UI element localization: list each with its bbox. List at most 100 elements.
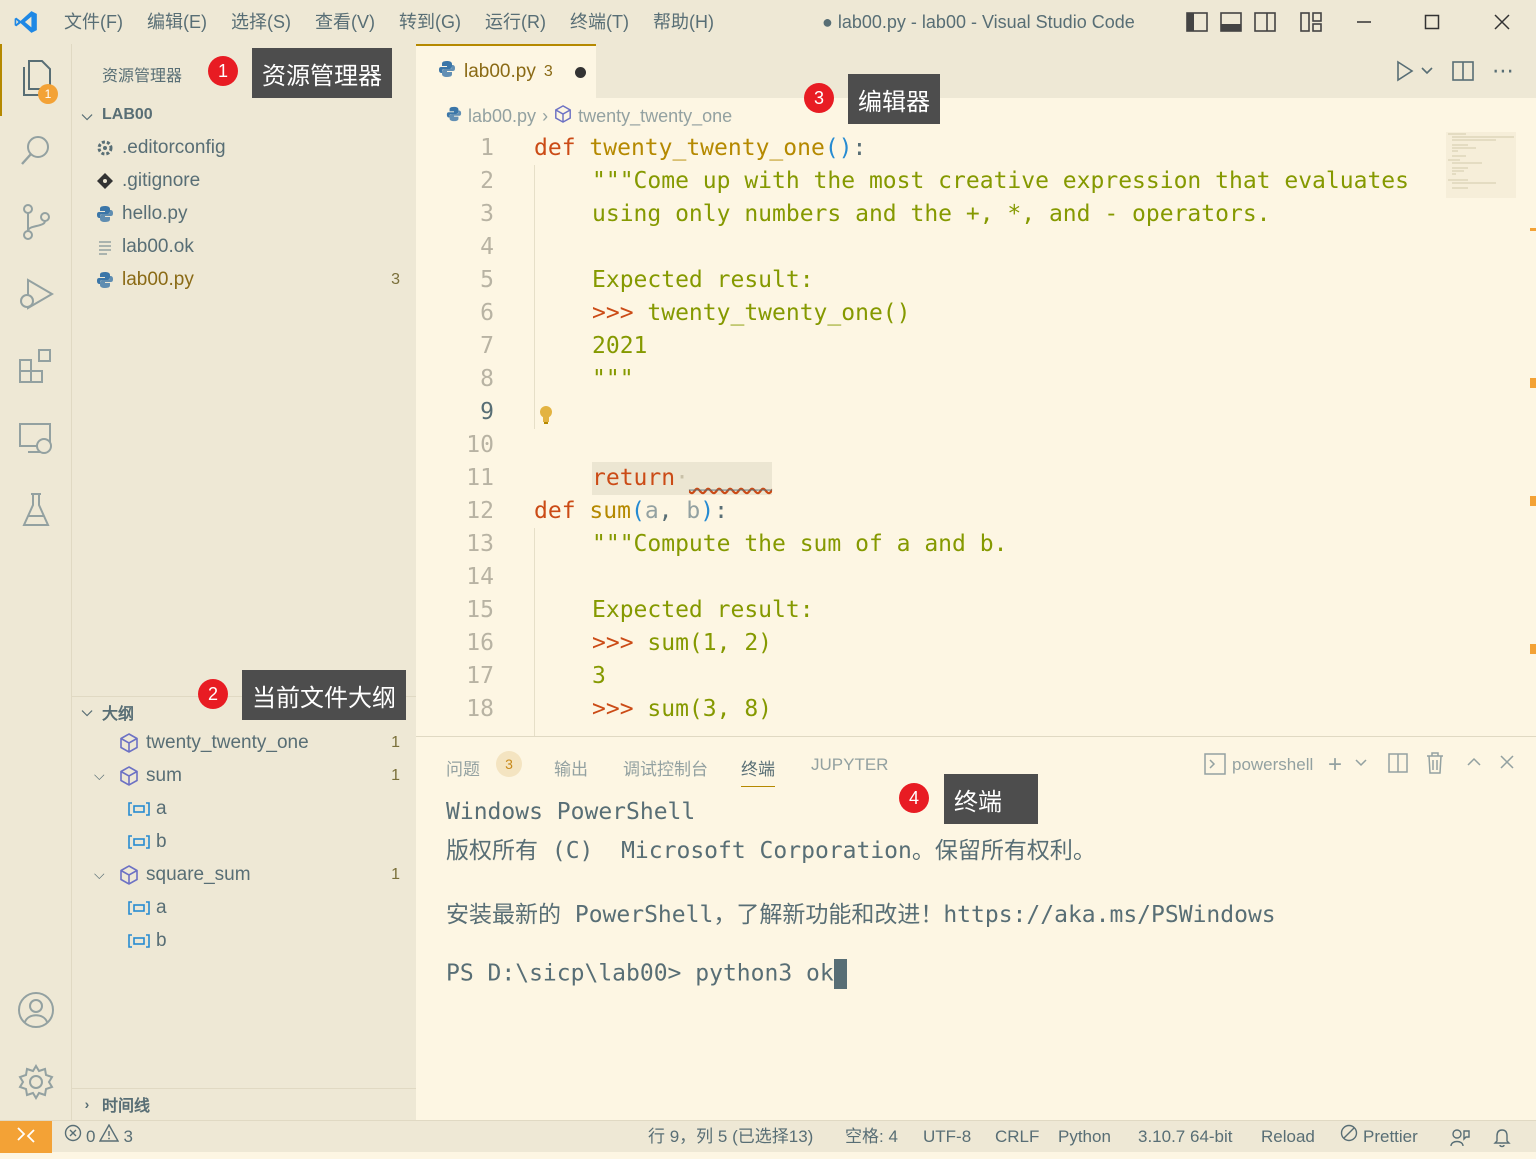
code-token: b [686, 498, 701, 524]
language-mode[interactable]: Python [1058, 1121, 1111, 1153]
tab-lab00-py[interactable]: lab00.py 3 [416, 44, 596, 98]
toggle-panel-icon[interactable] [1220, 12, 1242, 32]
explorer-activity-button[interactable]: 1 [0, 44, 72, 116]
vscode-logo-icon [0, 0, 52, 44]
chevron-right-icon: › [542, 105, 549, 126]
remote-icon [16, 1126, 36, 1149]
flask-icon [21, 492, 51, 533]
method-icon [554, 104, 572, 128]
file-item-lab00-py[interactable]: lab00.py 3 [72, 263, 416, 296]
menu-terminal[interactable]: 终端(T) [558, 0, 641, 44]
reload-button[interactable]: Reload [1261, 1121, 1315, 1153]
code-token: a [644, 498, 659, 524]
remote-explorer-activity-button[interactable] [0, 404, 72, 476]
overview-ruler-marker [1530, 644, 1536, 654]
run-debug-activity-button[interactable] [0, 260, 72, 332]
outline-item-b[interactable]: b [72, 924, 416, 957]
line-number: 5 [480, 267, 494, 293]
tab-output[interactable]: 输出 [554, 755, 588, 780]
method-icon [118, 765, 140, 787]
code-token: >>> [592, 300, 634, 326]
feedback-icon[interactable] [1450, 1127, 1470, 1159]
minimize-button[interactable] [1330, 0, 1398, 44]
outline-item-a[interactable]: a [72, 792, 416, 825]
bell-icon[interactable] [1493, 1127, 1511, 1159]
menu-help[interactable]: 帮助(H) [641, 0, 726, 44]
run-python-icon[interactable] [1396, 60, 1436, 87]
search-activity-button[interactable] [0, 116, 72, 188]
lightbulb-icon[interactable] [538, 402, 554, 435]
code-token: """Come up with the most creative expres… [592, 168, 1409, 194]
shell-name[interactable]: powershell [1232, 755, 1313, 775]
menu-edit[interactable]: 编辑(E) [135, 0, 219, 44]
code-token: ______ [688, 465, 773, 491]
code-token: () [824, 135, 853, 161]
manage-activity-button[interactable] [0, 1048, 72, 1120]
menu-selection[interactable]: 选择(S) [219, 0, 303, 44]
add-terminal-icon[interactable]: + [1328, 751, 1342, 779]
line-number: 9 [480, 399, 494, 425]
code-token: >>> [592, 630, 634, 656]
close-window-button[interactable] [1468, 0, 1536, 44]
tab-debug-console[interactable]: 调试控制台 [623, 755, 708, 780]
more-actions-icon[interactable]: ⋯ [1492, 58, 1514, 84]
code-token: Expected result: [592, 267, 814, 293]
outline-item-b[interactable]: b [72, 825, 416, 858]
tab-terminal[interactable]: 终端 [741, 755, 775, 787]
prettier-status[interactable]: Prettier [1340, 1121, 1418, 1153]
split-terminal-icon[interactable] [1388, 753, 1408, 778]
timeline-section-header[interactable]: › 时间线 [72, 1088, 416, 1118]
encoding[interactable]: UTF-8 [923, 1121, 971, 1153]
source-control-activity-button[interactable] [0, 188, 72, 260]
outline-item-twenty-twenty-one[interactable]: twenty_twenty_one 1 [72, 726, 416, 759]
extensions-activity-button[interactable] [0, 332, 72, 404]
cursor-position[interactable]: 行 9，列 5 (已选择13) [648, 1121, 813, 1153]
toggle-secondary-sidebar-icon[interactable] [1254, 12, 1276, 32]
chevron-down-icon[interactable] [1354, 755, 1368, 774]
breadcrumb-file[interactable]: lab00.py [468, 106, 536, 127]
file-item-hello-py[interactable]: hello.py [72, 197, 416, 230]
line-number: 18 [466, 696, 494, 722]
file-item-gitignore[interactable]: .gitignore [72, 164, 416, 197]
remote-indicator[interactable] [0, 1121, 52, 1153]
accounts-activity-button[interactable] [0, 976, 72, 1048]
outline-item-square-sum[interactable]: ⌵ square_sum 1 [72, 858, 416, 891]
folder-section-header[interactable]: ⌵ LAB00 [72, 100, 416, 130]
explorer-title: 资源管理器 [102, 68, 183, 85]
menu-run[interactable]: 运行(R) [473, 0, 558, 44]
maximize-button[interactable] [1398, 0, 1466, 44]
problem-count: 1 [391, 766, 400, 784]
chevron-up-icon[interactable] [1466, 755, 1482, 774]
menu-go[interactable]: 转到(G) [387, 0, 473, 44]
menu-file[interactable]: 文件(F) [52, 0, 135, 44]
indentation[interactable]: 空格: 4 [845, 1121, 898, 1153]
tab-jupyter[interactable]: JUPYTER [811, 755, 888, 775]
file-item-editorconfig[interactable]: .editorconfig [72, 131, 416, 164]
trash-icon[interactable] [1426, 752, 1444, 779]
file-name: .gitignore [122, 169, 201, 191]
problems-status[interactable]: 0 3 [64, 1121, 133, 1153]
outline-title: 大纲 [102, 705, 135, 723]
file-item-lab00-ok[interactable]: lab00.ok [72, 230, 416, 263]
unsaved-dot-icon[interactable] [574, 66, 586, 78]
testing-activity-button[interactable] [0, 476, 72, 548]
terminal-command: PS D:\sicp\lab00> python3 ok [446, 960, 834, 987]
callout-label: 资源管理器 [252, 48, 392, 98]
code-token: 2021 [592, 333, 648, 359]
line-number: 7 [480, 333, 494, 359]
minimap[interactable] [1446, 132, 1516, 198]
line-number: 2 [480, 168, 494, 194]
outline-item-sum[interactable]: ⌵ sum 1 [72, 759, 416, 792]
outline-name: b [156, 929, 167, 951]
tab-problems[interactable]: 问题 [446, 755, 480, 780]
breadcrumb-symbol[interactable]: twenty_twenty_one [578, 106, 732, 127]
close-icon[interactable] [1500, 755, 1514, 774]
customize-layout-icon[interactable] [1300, 12, 1322, 32]
toggle-sidebar-icon[interactable] [1186, 12, 1208, 32]
python-interpreter[interactable]: 3.10.7 64-bit [1138, 1121, 1233, 1153]
menu-view[interactable]: 查看(V) [303, 0, 387, 44]
outline-item-a[interactable]: a [72, 891, 416, 924]
end-of-line[interactable]: CRLF [995, 1121, 1039, 1153]
split-editor-icon[interactable] [1452, 60, 1474, 87]
terminal-prompt-line[interactable]: PS D:\sicp\lab00> python3 ok [446, 959, 847, 989]
